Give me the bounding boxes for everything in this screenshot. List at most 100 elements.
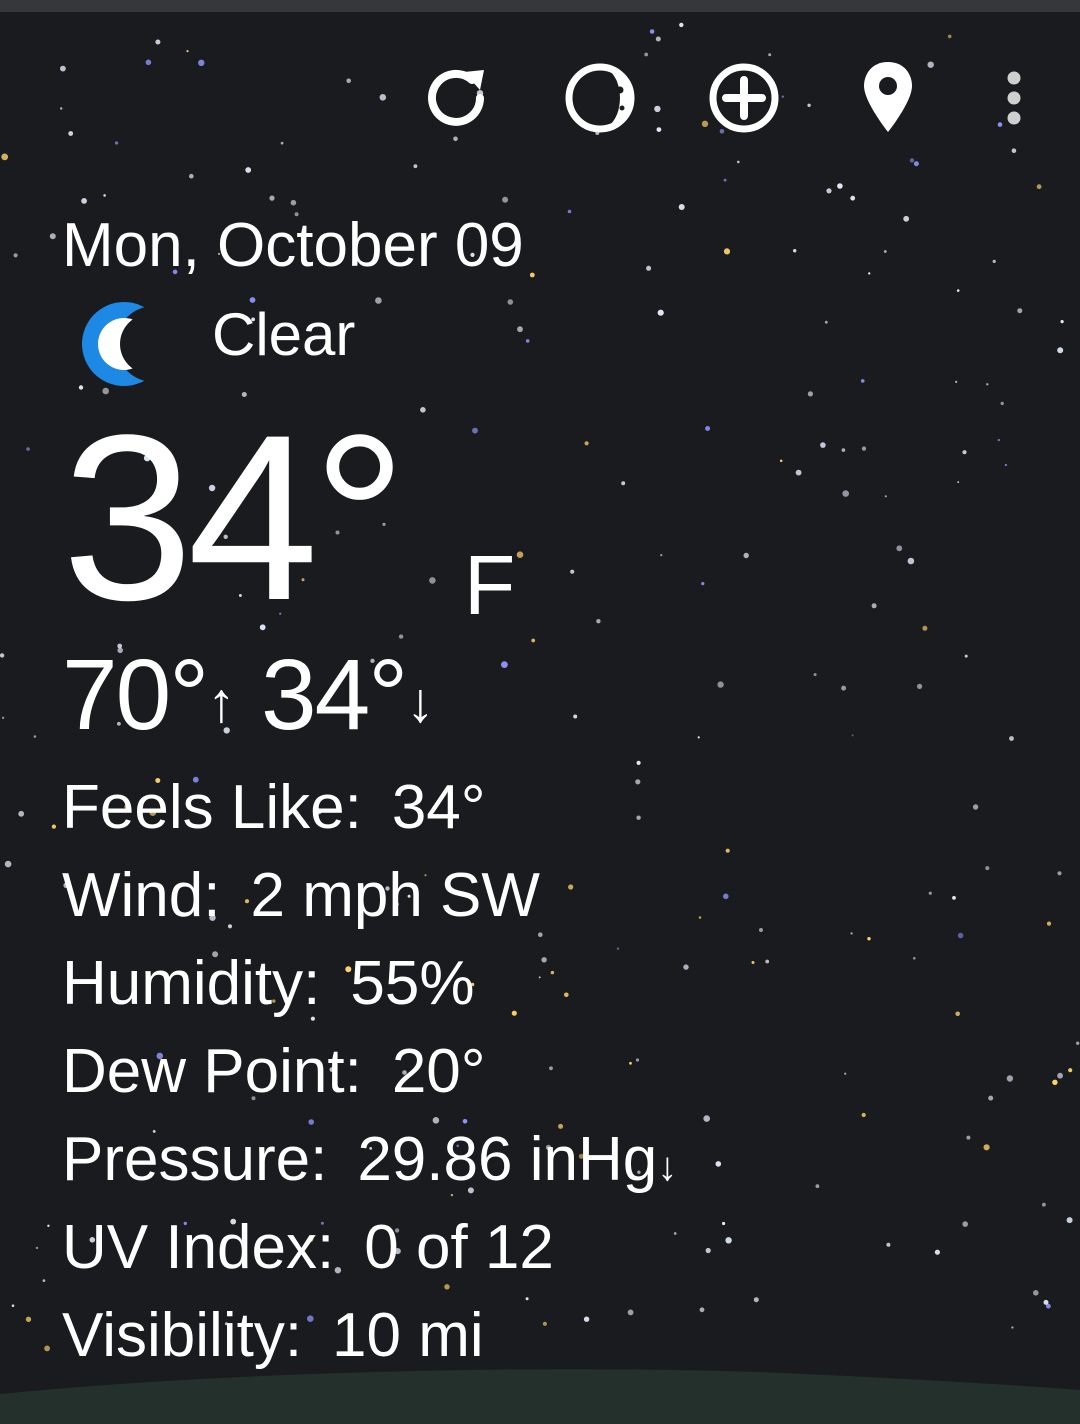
star <box>957 932 964 939</box>
star <box>922 625 928 631</box>
star <box>68 131 74 136</box>
temperature-unit: F <box>464 538 516 632</box>
star <box>583 1316 590 1322</box>
star <box>952 896 956 900</box>
star <box>1046 921 1052 926</box>
star <box>1060 320 1064 324</box>
star <box>972 804 979 810</box>
star <box>1043 1299 1049 1305</box>
star <box>538 932 543 937</box>
star <box>903 215 910 222</box>
star <box>699 1307 705 1313</box>
star <box>983 1144 990 1151</box>
detail-value: 2 mph SW <box>250 861 540 930</box>
star <box>636 815 641 820</box>
detail-feels-like: Feels Like: 34° <box>62 772 486 844</box>
star <box>759 928 763 932</box>
moon-phase-icon[interactable] <box>562 60 638 136</box>
detail-label: Visibility: <box>62 1301 303 1370</box>
star <box>584 441 589 446</box>
star <box>280 141 284 145</box>
star <box>722 1221 726 1226</box>
star <box>621 481 626 486</box>
star <box>1066 1217 1073 1224</box>
star <box>850 932 853 935</box>
star <box>60 107 63 110</box>
star <box>962 450 967 455</box>
star <box>1000 401 1004 406</box>
detail-label: Wind: <box>62 861 221 930</box>
star <box>725 1237 732 1244</box>
star <box>807 103 811 108</box>
add-location-icon[interactable] <box>706 60 782 136</box>
star <box>155 39 161 45</box>
star <box>851 734 854 737</box>
star <box>538 976 541 979</box>
star <box>871 603 877 609</box>
detail-value: 0 of 12 <box>364 1213 554 1282</box>
low-temperature: 34° <box>261 639 408 751</box>
star <box>413 164 418 169</box>
star <box>1068 1068 1073 1073</box>
star <box>703 1115 710 1122</box>
star <box>525 339 530 343</box>
star <box>660 554 663 557</box>
star <box>564 992 569 998</box>
star <box>793 249 797 253</box>
detail-label: Feels Like: <box>62 773 362 842</box>
detail-pressure: Pressure: 29.86 inHg↓ <box>62 1124 677 1203</box>
star <box>444 1284 450 1290</box>
star <box>616 947 620 950</box>
detail-dew-point: Dew Point: 20° <box>62 1036 486 1108</box>
detail-value: 10 mi <box>332 1301 484 1370</box>
star <box>502 196 509 203</box>
star <box>529 272 535 278</box>
star <box>928 891 932 895</box>
star <box>1004 463 1008 467</box>
star <box>824 320 828 324</box>
pressure-trend-down-icon: ↓ <box>657 1145 678 1189</box>
star <box>966 1135 971 1140</box>
star <box>346 78 352 84</box>
star <box>1009 736 1014 741</box>
star <box>779 459 783 463</box>
star <box>913 957 916 960</box>
star <box>1 716 5 719</box>
star <box>189 173 194 179</box>
star <box>269 195 275 201</box>
detail-value: 29.86 inHg <box>357 1125 658 1194</box>
location-pin-icon[interactable] <box>850 60 926 136</box>
star <box>432 1117 440 1124</box>
star <box>573 714 578 719</box>
star <box>51 824 57 829</box>
star <box>549 1066 553 1071</box>
star <box>795 469 802 476</box>
star <box>860 379 865 383</box>
star <box>1036 184 1042 190</box>
star <box>33 735 37 738</box>
star <box>13 253 18 258</box>
star <box>570 569 575 574</box>
star <box>1076 1041 1080 1045</box>
star <box>379 94 387 101</box>
star <box>1042 1202 1046 1207</box>
star <box>635 779 641 785</box>
refresh-icon[interactable] <box>418 60 494 136</box>
star <box>646 265 652 271</box>
star <box>807 391 814 397</box>
star <box>429 577 436 584</box>
star <box>145 59 152 66</box>
star <box>375 297 382 304</box>
star <box>737 160 740 164</box>
star <box>635 1058 640 1062</box>
star <box>649 29 655 34</box>
star <box>917 683 923 690</box>
detail-label: UV Index: <box>62 1213 335 1282</box>
star <box>934 1249 941 1255</box>
star <box>955 1011 960 1017</box>
detail-visibility: Visibility: 10 mi <box>62 1300 484 1372</box>
more-vert-icon[interactable] <box>976 60 1052 136</box>
star <box>472 427 478 434</box>
star <box>18 810 25 817</box>
star <box>962 1221 968 1227</box>
